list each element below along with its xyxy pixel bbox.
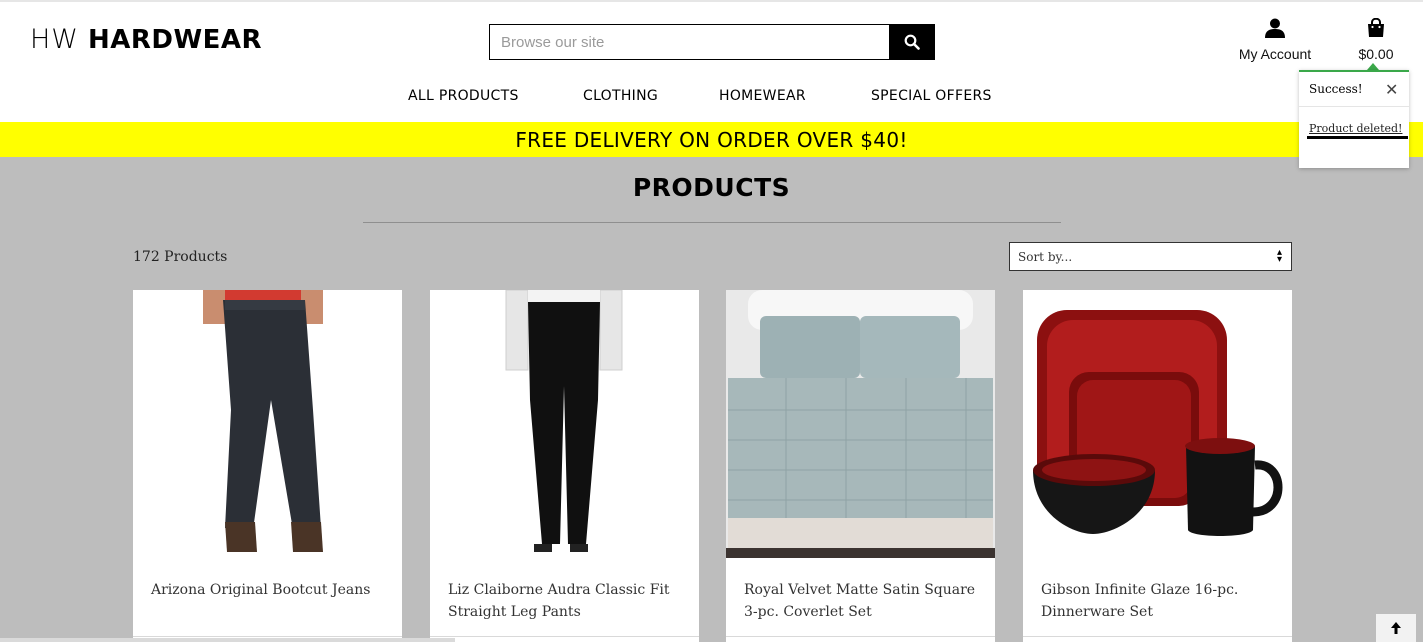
back-to-top-button[interactable]	[1376, 614, 1416, 642]
product-count: 172 Products	[133, 249, 228, 265]
card-divider	[133, 636, 402, 637]
product-name[interactable]: Arizona Original Bootcut Jeans	[151, 579, 391, 601]
success-toast: Success! ✕ Product deleted!	[1299, 70, 1409, 168]
close-icon[interactable]: ✕	[1385, 80, 1398, 100]
product-card[interactable]: Royal Velvet Matte Satin Square 3-pc. Co…	[726, 290, 995, 642]
my-account-label: My Account	[1238, 46, 1312, 62]
logo-prefix: HW	[30, 24, 79, 55]
sort-selected-value: Sort by...	[1018, 249, 1073, 264]
nav-special-offers[interactable]: SPECIAL OFFERS	[871, 88, 992, 104]
toast-progress-bar	[1307, 136, 1408, 139]
main-nav: ALL PRODUCTS CLOTHING HOMEWEAR SPECIAL O…	[0, 88, 1423, 110]
horizontal-scrollbar[interactable]	[0, 638, 455, 642]
cart-total: $0.00	[1358, 46, 1394, 62]
product-image-jeans	[133, 290, 402, 558]
toast-title: Success!	[1309, 82, 1363, 96]
shopping-bag-icon	[1368, 17, 1384, 37]
product-card[interactable]: Liz Claiborne Audra Classic Fit Straight…	[430, 290, 699, 642]
site-header: HW HARDWEAR My Account $0.00 ALL PRODUCT…	[0, 0, 1423, 122]
product-card[interactable]: Arizona Original Bootcut Jeans	[133, 290, 402, 642]
site-logo[interactable]: HW HARDWEAR	[30, 24, 262, 55]
product-image-red-dinnerware	[1023, 290, 1292, 558]
toast-arrow	[1367, 63, 1379, 70]
product-name[interactable]: Gibson Infinite Glaze 16-pc. Dinnerware …	[1041, 579, 1281, 623]
product-name[interactable]: Liz Claiborne Audra Classic Fit Straight…	[448, 579, 688, 623]
search-icon	[904, 34, 920, 50]
card-divider	[1023, 636, 1292, 637]
product-name[interactable]: Royal Velvet Matte Satin Square 3-pc. Co…	[744, 579, 984, 623]
user-icon	[1265, 18, 1285, 38]
nav-homewear[interactable]: HOMEWEAR	[719, 88, 806, 104]
product-image-bed-coverlet	[726, 290, 995, 558]
page-title: PRODUCTS	[632, 173, 791, 202]
search-input[interactable]	[489, 24, 889, 60]
logo-name: HARDWEAR	[88, 25, 263, 55]
product-image-black-pants	[430, 290, 699, 558]
nav-clothing[interactable]: CLOTHING	[583, 88, 658, 104]
toast-divider	[1299, 106, 1409, 107]
card-divider	[726, 636, 995, 637]
nav-all-products[interactable]: ALL PRODUCTS	[408, 88, 519, 104]
sort-arrows-icon: ▴ ▾	[1276, 247, 1282, 265]
search-button[interactable]	[889, 24, 935, 60]
delivery-banner: FREE DELIVERY ON ORDER OVER $40!	[0, 122, 1423, 157]
title-divider	[363, 222, 1061, 223]
search-form	[489, 24, 935, 60]
my-account-link[interactable]: My Account	[1232, 18, 1318, 62]
cart-link[interactable]: $0.00	[1352, 17, 1400, 62]
arrow-up-icon	[1391, 622, 1401, 634]
banner-text: FREE DELIVERY ON ORDER OVER $40!	[515, 127, 908, 152]
product-card[interactable]: Gibson Infinite Glaze 16-pc. Dinnerware …	[1023, 290, 1292, 642]
toast-message: Product deleted!	[1309, 122, 1403, 135]
sort-select[interactable]: Sort by... ▴ ▾	[1009, 242, 1292, 271]
card-divider	[430, 636, 699, 637]
